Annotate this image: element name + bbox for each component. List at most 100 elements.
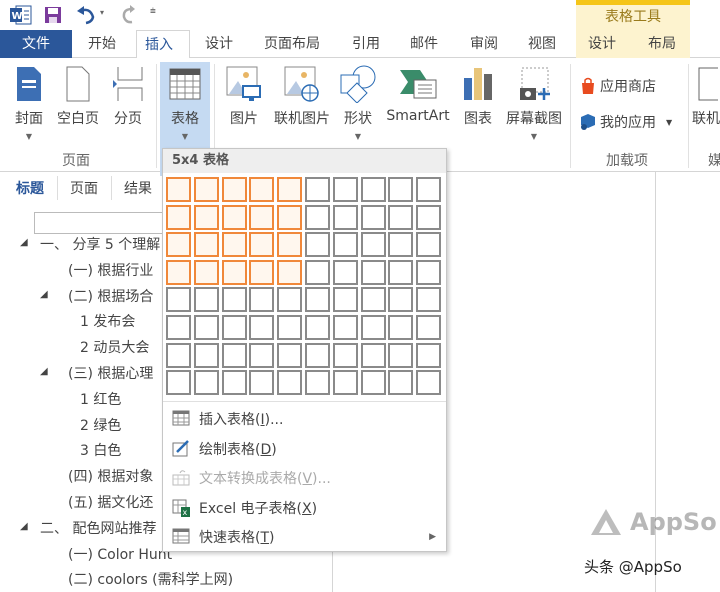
grid-cell[interactable] [388,177,414,202]
grid-cell[interactable] [221,259,247,285]
grid-cell[interactable] [360,232,386,258]
grid-cell[interactable] [360,204,386,230]
heading-item[interactable]: (二) 根据场合 [68,286,153,306]
grid-cell[interactable] [193,177,219,202]
menu-item-draw-table[interactable]: 绘制表格(D) [163,435,446,463]
grid-cell[interactable] [249,342,275,368]
grid-cell[interactable] [277,232,303,258]
grid-cell[interactable] [166,287,191,313]
heading-item[interactable]: (一) Color Hunt [68,544,172,564]
grid-cell[interactable] [305,287,330,313]
grid-cell[interactable] [388,287,414,313]
grid-cell[interactable] [193,315,219,340]
grid-cell[interactable] [277,342,303,368]
grid-cell[interactable] [249,315,275,340]
grid-cell[interactable] [305,204,330,230]
grid-cell[interactable] [416,315,442,340]
grid-cell[interactable] [332,177,358,202]
heading-item[interactable]: (四) 根据对象 [68,466,153,486]
page-break-button[interactable]: 分页 [110,62,146,128]
grid-cell[interactable] [332,342,358,368]
grid-cell[interactable] [277,177,303,202]
customize-icon[interactable]: ⩧ [150,6,156,17]
grid-cell[interactable] [249,204,275,230]
tab-view[interactable]: 视图 [520,30,564,58]
grid-cell[interactable] [193,204,219,230]
grid-cell[interactable] [221,287,247,313]
menu-item-quick-table[interactable]: 快速表格(T) ▶ [163,523,446,551]
cover-page-button[interactable]: 封面 ▼ [10,62,48,141]
grid-cell[interactable] [416,232,442,258]
grid-cell[interactable] [166,342,191,368]
grid-cell[interactable] [388,204,414,230]
grid-cell[interactable] [388,315,414,340]
undo-dropdown-icon[interactable]: ▾ [100,8,104,17]
undo-icon[interactable] [76,5,98,25]
grid-cell[interactable] [360,177,386,202]
grid-cell[interactable] [416,342,442,368]
grid-cell[interactable] [388,342,414,368]
grid-cell[interactable] [388,259,414,285]
collapse-arrow-icon[interactable]: ◢ [20,521,28,532]
grid-cell[interactable] [332,204,358,230]
nav-tab-results[interactable]: 结果 [124,178,152,198]
heading-item[interactable]: 1 红色 [80,389,121,409]
grid-cell[interactable] [305,177,330,202]
grid-cell[interactable] [305,259,330,285]
nav-tab-headings[interactable]: 标题 [16,178,44,198]
collapse-arrow-icon[interactable]: ◢ [20,237,28,248]
store-button[interactable]: 应用商店 [580,76,656,96]
grid-cell[interactable] [332,315,358,340]
grid-cell[interactable] [166,204,191,230]
grid-cell[interactable] [332,259,358,285]
nav-tab-pages[interactable]: 页面 [70,178,98,198]
blank-page-button[interactable]: 空白页 [54,62,102,128]
grid-cell[interactable] [249,287,275,313]
heading-item[interactable]: 3 白色 [80,440,121,460]
grid-cell[interactable] [193,287,219,313]
grid-cell[interactable] [388,232,414,258]
menu-item-insert-table[interactable]: 插入表格(I)... [163,405,446,433]
heading-item[interactable]: 2 动员大会 [80,337,149,357]
grid-cell[interactable] [193,232,219,258]
grid-cell[interactable] [360,342,386,368]
grid-cell[interactable] [166,232,191,258]
grid-cell[interactable] [249,370,275,396]
grid-cell[interactable] [360,287,386,313]
grid-cell[interactable] [305,315,330,340]
tab-references[interactable]: 引用 [344,30,388,58]
grid-cell[interactable] [332,287,358,313]
online-video-button[interactable]: 联机 [692,62,720,128]
tab-file[interactable]: 文件 [0,30,72,58]
heading-item[interactable]: 2 绿色 [80,415,121,435]
heading-item[interactable]: 二、 配色网站推荐 [40,518,156,538]
grid-cell[interactable] [166,259,191,285]
smartart-button[interactable]: SmartArt [384,62,452,124]
screenshot-button[interactable]: 屏幕截图 ▼ [502,62,566,141]
collapse-arrow-icon[interactable]: ◢ [40,289,48,300]
grid-cell[interactable] [277,370,303,396]
grid-cell[interactable] [221,204,247,230]
menu-item-excel[interactable]: x Excel 电子表格(X) [163,494,446,522]
grid-cell[interactable] [166,370,191,396]
pictures-button[interactable]: 图片 [224,62,264,128]
grid-cell[interactable] [360,315,386,340]
chart-button[interactable]: 图表 [458,62,498,128]
tab-layout[interactable]: 页面布局 [256,30,328,58]
heading-item[interactable]: 1 发布会 [80,311,135,331]
heading-item[interactable]: (二) coolors (需科学上网) [68,569,233,589]
tab-table-design[interactable]: 设计 [580,30,624,58]
tab-review[interactable]: 审阅 [462,30,506,58]
grid-cell[interactable] [416,259,442,285]
grid-cell[interactable] [360,370,386,396]
grid-cell[interactable] [277,315,303,340]
tab-table-layout[interactable]: 布局 [640,30,684,58]
my-apps-button[interactable]: 我的应用 ▼ [580,112,672,132]
tab-insert[interactable]: 插入 [136,30,190,59]
grid-cell[interactable] [221,315,247,340]
grid-cell[interactable] [305,342,330,368]
heading-item[interactable]: 一、 分享 5 个理解 [40,234,160,254]
redo-icon[interactable] [120,5,138,25]
collapse-arrow-icon[interactable]: ◢ [40,366,48,377]
grid-cell[interactable] [221,342,247,368]
